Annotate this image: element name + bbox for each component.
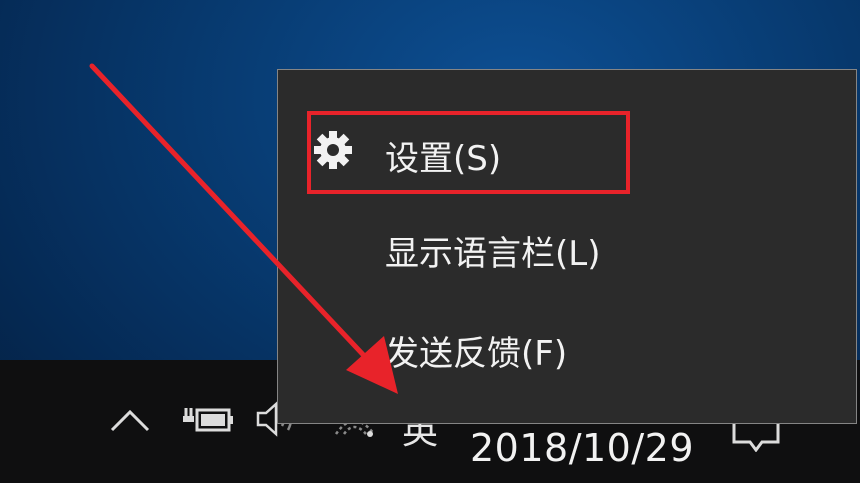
menu-item-show-language-bar[interactable]: 显示语言栏(L) <box>278 205 856 295</box>
chevron-up-icon[interactable] <box>108 400 152 440</box>
menu-item-label: 发送反馈(F) <box>385 333 568 374</box>
battery-icon[interactable] <box>180 404 234 434</box>
highlight-box <box>307 111 630 194</box>
menu-item-send-feedback[interactable]: 发送反馈(F) <box>278 305 856 395</box>
taskbar-date[interactable]: 2018/10/29 <box>470 426 694 470</box>
menu-item-label: 显示语言栏(L) <box>385 233 601 274</box>
